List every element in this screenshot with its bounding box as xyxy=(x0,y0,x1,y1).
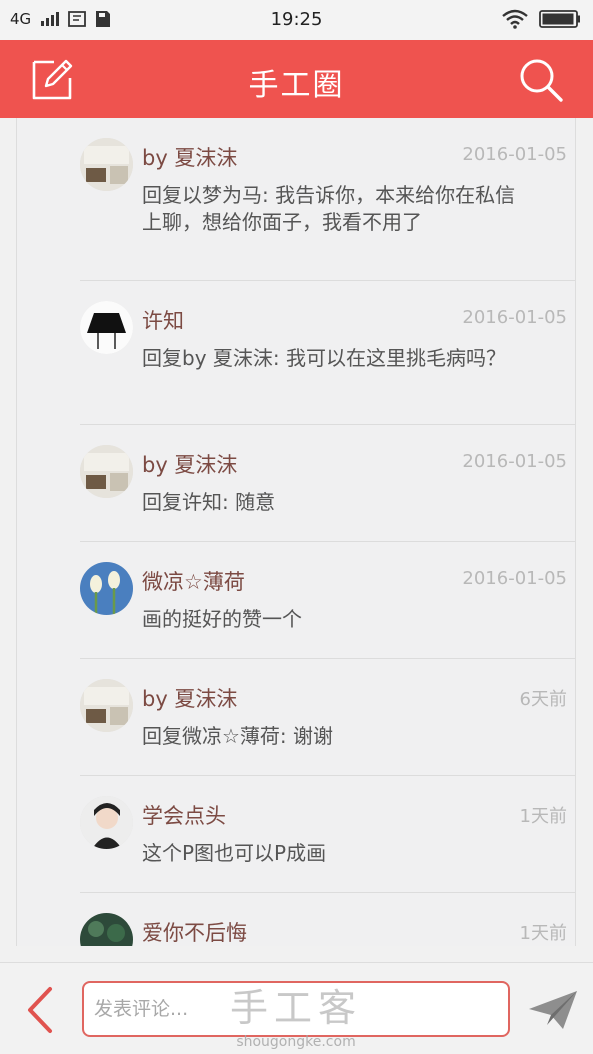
avatar-image[interactable] xyxy=(80,679,133,732)
girl-photo-icon xyxy=(80,796,133,849)
comment-text: 画的挺好的赞一个 xyxy=(142,607,302,631)
comment-username[interactable]: by 夏沫沫 xyxy=(142,142,237,172)
comment-username[interactable]: 学会点头 xyxy=(142,800,226,830)
comment-text: 回复以梦为马: 我告诉你，本来给你在私信上聊，想给你面子，我看不用了 xyxy=(142,183,516,234)
skirt-drawing-icon xyxy=(80,301,133,354)
comment-item[interactable]: by 夏沫沫 6天前 回复微凉☆薄荷: 谢谢 xyxy=(80,659,575,776)
status-right xyxy=(501,9,581,29)
avatar-image[interactable] xyxy=(80,301,133,354)
room-photo-icon xyxy=(80,445,133,498)
page-title: 手工圈 xyxy=(248,68,345,103)
comment-username[interactable]: 爱你不后悔 xyxy=(142,917,247,946)
comment-bar: 手工客 shougongke.com xyxy=(0,962,593,1054)
comment-text: 回复by 夏沫沫: 我可以在这里挑毛病吗？ xyxy=(142,346,506,370)
comment-time: 2016-01-05 xyxy=(462,307,567,328)
comment-username[interactable]: 许知 xyxy=(142,305,184,335)
battery-icon xyxy=(539,10,580,28)
comment-time: 2016-01-05 xyxy=(462,451,567,472)
wifi-icon xyxy=(502,9,528,29)
room-photo-icon xyxy=(80,138,133,191)
comment-item[interactable]: 学会点头 1天前 这个P图也可以P成画 xyxy=(80,776,575,893)
send-icon[interactable] xyxy=(527,989,579,1031)
app-bar: 手工圈 xyxy=(0,40,593,118)
avatar-image[interactable] xyxy=(80,562,133,615)
comment-time: 6天前 xyxy=(519,689,567,710)
status-bar: 4G 19:25 xyxy=(0,0,593,40)
avatar-image[interactable] xyxy=(80,796,133,849)
comment-text: 回复许知: 随意 xyxy=(142,490,276,514)
comment-text: 这个P图也可以P成画 xyxy=(142,841,327,865)
search-icon[interactable] xyxy=(517,56,565,104)
avatar-image[interactable] xyxy=(80,445,133,498)
comment-item[interactable]: by 夏沫沫 2016-01-05 回复以梦为马: 我告诉你，本来给你在私信上聊… xyxy=(80,118,575,281)
comment-time: 2016-01-05 xyxy=(462,144,567,165)
comment-input[interactable] xyxy=(82,981,510,1037)
comment-username[interactable]: 微凉☆薄荷 xyxy=(142,566,245,596)
back-arrow-icon[interactable] xyxy=(22,985,56,1035)
comment-time: 2016-01-05 xyxy=(462,568,567,589)
avatar-image[interactable] xyxy=(80,913,133,946)
comment-time: 1天前 xyxy=(519,806,567,827)
comment-username[interactable]: by 夏沫沫 xyxy=(142,683,237,713)
comment-item[interactable]: by 夏沫沫 2016-01-05 回复许知: 随意 xyxy=(80,425,575,542)
room-photo-icon xyxy=(80,679,133,732)
comment-list: by 夏沫沫 2016-01-05 回复以梦为马: 我告诉你，本来给你在私信上聊… xyxy=(16,118,576,946)
comment-time: 1天前 xyxy=(519,923,567,944)
plant-photo-icon xyxy=(80,913,133,946)
comment-item[interactable]: 微凉☆薄荷 2016-01-05 画的挺好的赞一个 xyxy=(80,542,575,659)
comment-text: 回复微凉☆薄荷: 谢谢 xyxy=(142,724,334,748)
comment-item[interactable]: 许知 2016-01-05 回复by 夏沫沫: 我可以在这里挑毛病吗？ xyxy=(80,281,575,425)
tulips-photo-icon xyxy=(80,562,133,615)
avatar-image[interactable] xyxy=(80,138,133,191)
comment-item[interactable]: 爱你不后悔 1天前 xyxy=(80,893,575,946)
comment-username[interactable]: by 夏沫沫 xyxy=(142,449,237,479)
